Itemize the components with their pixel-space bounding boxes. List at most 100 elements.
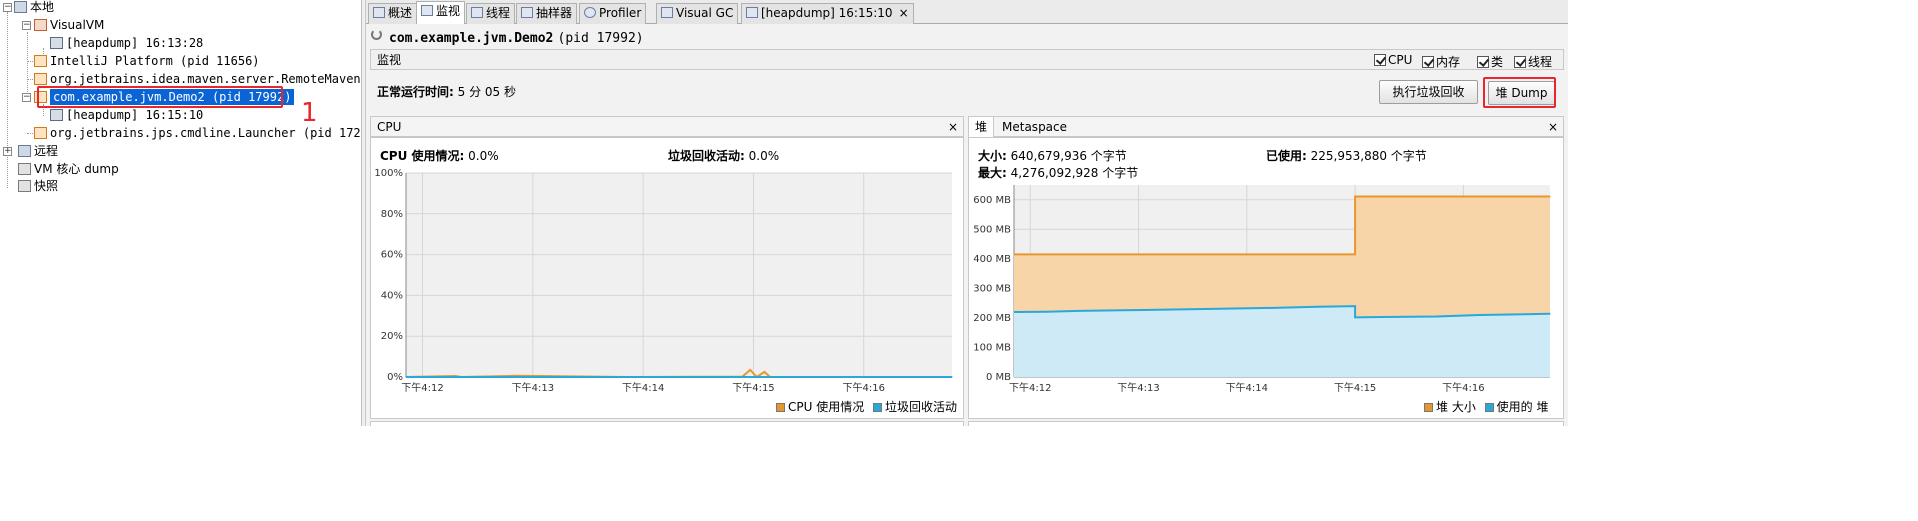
data-point-heap-size (1354, 195, 1356, 198)
show-threads-checkbox[interactable]: 线程 (1514, 53, 1552, 70)
data-point-heap-used (1219, 308, 1221, 310)
sampler-icon (521, 7, 533, 18)
tree-node-vm-core-dump[interactable]: VM 核心 dump (18, 161, 119, 178)
tab-heapdump[interactable]: [heapdump] 16:15:10 × (741, 3, 914, 24)
tree-node-local[interactable]: 本地 (14, 0, 54, 16)
expand-demo2-toggle[interactable]: − (22, 93, 31, 102)
remote-hosts-icon (18, 145, 31, 157)
snapshot-icon (18, 180, 31, 192)
data-point-heap-used (1479, 314, 1481, 316)
tab-sampler[interactable]: 抽样器 (516, 3, 578, 24)
tab-close-icon[interactable]: × (899, 6, 909, 20)
gc-legend-swatch (873, 403, 883, 412)
tab-visual-gc[interactable]: Visual GC (656, 3, 739, 24)
java-cup-icon (34, 55, 47, 67)
data-point-heap-used (1549, 313, 1551, 315)
heap-size-readout: 大小: 640,679,936 个字节 (978, 149, 1127, 163)
x-tick-label: 下午4:16 (1442, 381, 1484, 394)
data-point-cpu (763, 371, 766, 373)
heap-chart: 0 MB 100 MB 200 MB 300 MB 400 MB 500 MB 600 MB… (973, 185, 1551, 394)
x-tick-label: 下午4:13 (1117, 381, 1159, 394)
heapdump-icon (746, 7, 758, 18)
tree-node-visualvm[interactable]: VisualVM (34, 17, 104, 34)
data-point-heap-used (1354, 316, 1356, 318)
y-tick-label: 100 MB (973, 342, 1011, 353)
x-tick-label: 下午4:14 (1226, 381, 1268, 394)
tab-profiler[interactable]: Profiler (579, 3, 647, 24)
threads-icon (471, 7, 483, 18)
plot-background (406, 173, 952, 377)
y-tick-label: 600 MB (973, 195, 1011, 206)
tab-monitor[interactable]: 监视 (416, 1, 466, 24)
tab-threads[interactable]: 线程 (466, 3, 516, 24)
show-memory-checkbox[interactable]: 内存 (1422, 53, 1460, 70)
heap-used-legend-swatch (1484, 403, 1494, 412)
tree-node-launcher[interactable]: org.jetbrains.jps.cmdline.Launcher (pid … (34, 125, 361, 142)
y-tick-label: 20% (381, 331, 403, 342)
tree-node-remote[interactable]: 远程 (18, 143, 58, 160)
data-point-heap-size (1013, 253, 1015, 256)
annotation-box-1 (37, 86, 283, 108)
java-cup-icon (34, 73, 47, 85)
bottom-panel-right (968, 421, 1564, 426)
monitor-chart-icon (421, 5, 433, 16)
cpu-panel-header: CPU × (370, 116, 964, 137)
core-dump-icon (18, 163, 31, 175)
y-tick-label: 200 MB (973, 313, 1011, 324)
y-tick-label: 400 MB (973, 254, 1011, 265)
annotation-number-1: 1 (301, 98, 318, 128)
applications-tree-panel: − 本地 − VisualVM [heapdump] 16:13:28 Inte… (0, 0, 362, 426)
visualvm-app-icon (34, 19, 47, 31)
cpu-chart: 0% 20% 40% 60% 80% 100% 下午4:12 下午4:13 下午4:14 下午4:… (374, 168, 953, 394)
expand-visualvm-toggle[interactable]: − (22, 21, 31, 30)
data-point-heap-size (1549, 195, 1551, 198)
heap-max-readout: 最大: 4,276,092,928 个字节 (978, 166, 1139, 180)
heapdump-icon (50, 37, 63, 49)
y-tick-label: 60% (381, 250, 403, 261)
tree-node-snapshots[interactable]: 快照 (18, 178, 58, 195)
y-tick-label: 300 MB (973, 283, 1011, 294)
show-classes-checkbox[interactable]: 类 (1477, 53, 1503, 70)
y-tick-label: 100% (374, 168, 403, 179)
gc-activity-readout: 垃圾回收活动: 0.0% (668, 149, 780, 163)
data-point-heap-used (1078, 310, 1080, 312)
data-point-gc (405, 376, 407, 378)
heap-panel-header: 堆 Metaspace × (968, 116, 1564, 137)
data-point-cpu (749, 369, 751, 371)
cpu-usage-readout: CPU 使用情况: 0.0% (380, 149, 499, 163)
y-tick-label: 80% (381, 209, 403, 220)
heap-panel-close-icon[interactable]: × (1548, 117, 1558, 137)
perform-gc-button[interactable]: 执行垃圾回收 (1379, 80, 1478, 104)
data-point-heap-used (1435, 315, 1437, 318)
profiler-clock-icon (584, 7, 596, 18)
x-tick-label: 下午4:12 (401, 381, 443, 394)
data-point-gc (951, 376, 953, 378)
metaspace-tab[interactable]: Metaspace (994, 117, 1075, 137)
y-tick-label: 0 MB (986, 372, 1011, 383)
data-point-heap-used (1121, 309, 1123, 311)
tree-node-heapdump-2[interactable]: [heapdump] 16:15:10 (50, 107, 203, 124)
show-cpu-checkbox[interactable]: CPU (1374, 53, 1412, 67)
series-area-heap-used (1014, 306, 1550, 377)
tree-node-heapdump-1[interactable]: [heapdump] 16:13:28 (50, 35, 203, 52)
data-point-heap-used (1045, 311, 1048, 313)
x-tick-label: 下午4:14 (622, 381, 664, 394)
heap-tab[interactable]: 堆 (969, 117, 995, 137)
cpu-panel-close-icon[interactable]: × (948, 117, 958, 137)
data-point-heap-used (1013, 311, 1015, 313)
data-point-heap-size (1354, 253, 1356, 256)
x-tick-label: 下午4:15 (1334, 381, 1376, 394)
tab-overview[interactable]: 概述 (368, 3, 418, 24)
tree-node-intellij[interactable]: IntelliJ Platform (pid 11656) (34, 53, 260, 70)
computer-icon (14, 1, 27, 13)
data-point-heap-used (1316, 306, 1318, 308)
bottom-panel-left (370, 421, 964, 426)
x-tick-label: 下午4:12 (1009, 381, 1051, 394)
data-point-heap-used (1273, 307, 1275, 309)
expand-remote-toggle[interactable]: + (3, 147, 12, 156)
java-cup-icon (34, 127, 47, 139)
expand-local-toggle[interactable]: − (3, 3, 12, 12)
loading-spinner-icon (371, 29, 382, 40)
main-content: 概述 监视 线程 抽样器 Profiler Visual GC [heapdum… (366, 0, 1568, 426)
data-point-heap-used (1354, 305, 1356, 307)
